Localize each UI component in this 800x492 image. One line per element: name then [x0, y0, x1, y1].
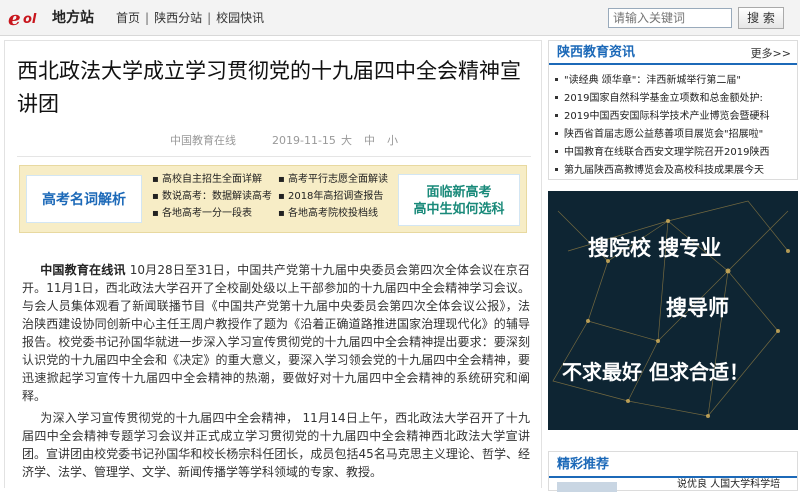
bullet-icon — [555, 131, 558, 135]
featured-header-rule — [549, 476, 797, 478]
font-size-large[interactable]: 大 — [341, 134, 352, 147]
bullet-icon — [555, 95, 558, 99]
featured-box: 精彩推荐 说优良 人国大学科学培 — [548, 451, 798, 492]
breadcrumb-home[interactable]: 首页 — [116, 11, 140, 25]
article-paragraph-2-text: 为深入学习宣传贯彻党的十九届四中全会精神， 11月14日上午，西北政法大学召开了… — [22, 411, 530, 479]
bullet-icon — [555, 149, 558, 153]
featured-title: 精彩推荐 — [557, 457, 610, 472]
ad-line-1: 搜院校 搜专业 — [588, 236, 722, 260]
banner-left-link[interactable]: 高考名词解析 — [26, 175, 142, 223]
search-promo-ad[interactable]: 搜院校 搜专业 搜导师 不求最好 但求合适！ — [548, 191, 798, 430]
breadcrumb-separator: | — [207, 11, 212, 25]
logo-mark: e — [8, 6, 21, 30]
article-paragraph-1-text: 10月28日至31日，中国共产党第十九届中央委员会第四次全体会议在京召开。11月… — [22, 263, 530, 403]
font-size-switch: 大中小 — [341, 134, 410, 148]
breadcrumb-separator: | — [145, 11, 150, 25]
banner-link[interactable]: ▪ 2018年高招调查报告 — [278, 190, 383, 203]
font-size-small[interactable]: 小 — [387, 134, 398, 147]
news-item[interactable]: 陕西省首届志愿公益慈善项目展览会"招展啦" — [553, 126, 793, 144]
news-item[interactable]: 第九届陕西高教博览会及高校科技成果展今天 — [553, 162, 793, 180]
news-item[interactable]: 2019中国西安国际科学技术产业博览会暨硬科 — [553, 108, 793, 126]
eol-logo[interactable]: e ol — [8, 7, 48, 29]
shaanxi-news-header: 陕西教育资讯 更多>> — [549, 41, 797, 65]
news-item[interactable]: "读经典 颂华章"：沣西新城举行第二届" — [553, 72, 793, 90]
banner-right-link[interactable]: 面临新高考 高中生如何选科 — [398, 174, 520, 226]
featured-thumbnail[interactable] — [557, 482, 617, 492]
more-link[interactable]: 更多>> — [751, 48, 791, 60]
shaanxi-news-box: 陕西教育资讯 更多>> "读经典 颂华章"：沣西新城举行第二届" 2019国家自… — [548, 40, 798, 180]
shaanxi-news-list: "读经典 颂华章"：沣西新城举行第二届" 2019国家自然科学基金立项数和总金额… — [553, 72, 793, 180]
bullet-icon — [555, 77, 558, 81]
shaanxi-news-title[interactable]: 陕西教育资讯 — [557, 45, 635, 61]
gaokao-banner: 高考名词解析 ▪ 高校自主招生全面详解 ▪ 高考平行志愿全面解读 ▪ 数说高考：… — [19, 165, 527, 233]
bullet-icon — [555, 113, 558, 117]
breadcrumb-campus-news[interactable]: 校园快讯 — [216, 11, 264, 25]
article-panel: 西北政法大学成立学习贯彻党的十九届四中全会精神宣讲团 中国教育在线 2019-1… — [4, 40, 542, 488]
news-item[interactable]: 2019国家自然科学基金立项数和总金额处护: — [553, 90, 793, 108]
banner-link[interactable]: ▪ 数说高考：数据解读高考 — [152, 190, 272, 203]
banner-right-line1: 面临新高考 — [426, 185, 492, 200]
breadcrumb-shaanxi[interactable]: 陕西分站 — [154, 11, 202, 25]
top-bar: e ol 地方站 首页 | 陕西分站 | 校园快讯 搜 索 — [0, 0, 800, 36]
search-input[interactable] — [608, 8, 732, 28]
logo-text: ol — [23, 12, 37, 27]
banner-right-line2: 高中生如何选科 — [413, 202, 505, 217]
banner-link[interactable]: ▪ 高考平行志愿全面解读 — [278, 173, 388, 186]
breadcrumb: 首页 | 陕西分站 | 校园快讯 — [116, 10, 264, 26]
ad-line-2: 搜导师 — [666, 296, 729, 320]
banner-link[interactable]: ▪ 各地高考一分一段表 — [152, 207, 252, 220]
font-size-medium[interactable]: 中 — [364, 134, 375, 147]
divider — [17, 156, 531, 157]
article-paragraph-1: 中国教育在线讯 10月28日至31日，中国共产党第十九届中央委员会第四次全体会议… — [22, 261, 530, 405]
news-item[interactable]: 中国教育在线联合西安文理学院召开2019陕西 — [553, 144, 793, 162]
featured-item-text[interactable]: 说优良 人国大学科学培 — [677, 479, 780, 491]
article-paragraph-2: 为深入学习宣传贯彻党的十九届四中全会精神， 11月14日上午，西北政法大学召开了… — [22, 409, 530, 481]
bullet-icon — [555, 167, 558, 171]
banner-link[interactable]: ▪ 各地高考院校投档线 — [278, 207, 378, 220]
site-name: 地方站 — [52, 10, 94, 26]
article-date: 2019-11-15 — [272, 134, 336, 147]
article-lead-source: 中国教育在线讯 — [40, 263, 126, 277]
banner-link[interactable]: ▪ 高校自主招生全面详解 — [152, 173, 262, 186]
ad-line-3: 不求最好 但求合适！ — [562, 360, 749, 384]
search-button[interactable]: 搜 索 — [738, 7, 784, 29]
article-title: 西北政法大学成立学习贯彻党的十九届四中全会精神宣讲团 — [17, 59, 521, 116]
article-source[interactable]: 中国教育在线 — [170, 134, 236, 148]
